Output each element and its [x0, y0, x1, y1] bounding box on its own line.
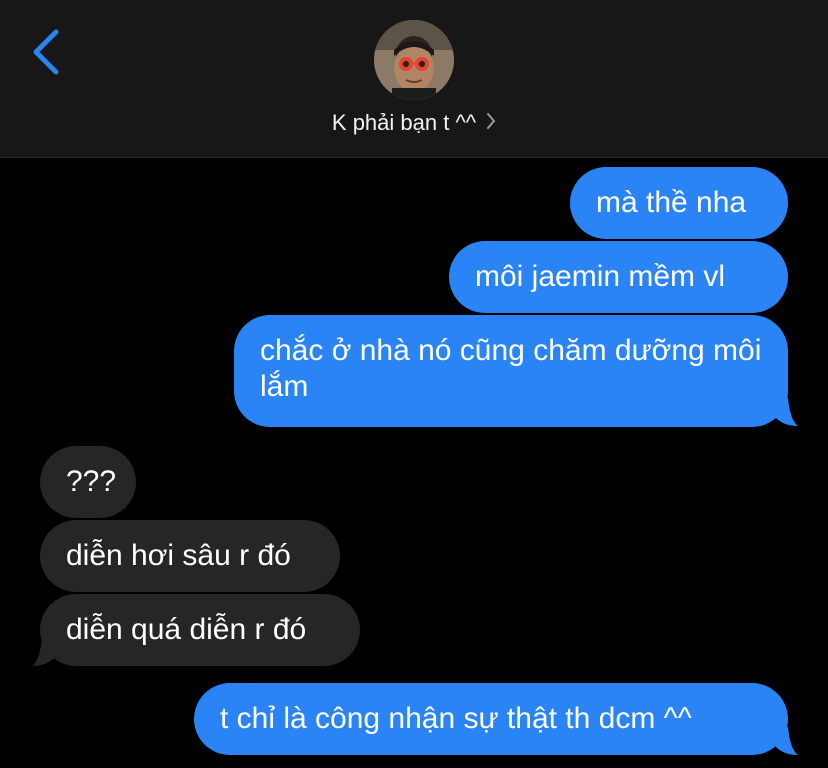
message-text: t chỉ là công nhận sự thật th dcm ^^: [220, 702, 692, 735]
conversation-header: K phải bạn t ^^: [0, 0, 828, 158]
bubble-tail: [776, 727, 798, 755]
message-text: mà thề nha: [596, 186, 747, 219]
bubble-tail: [32, 638, 54, 666]
message-bubble-sent[interactable]: chắc ở nhà nó cũng chăm dưỡng môi lắm: [234, 315, 788, 427]
message-text: diễn quá diễn r đó: [66, 613, 307, 646]
message-bubble-received[interactable]: diễn quá diễn r đó: [40, 594, 360, 666]
message-bubble-sent[interactable]: môi jaemin mềm vl: [449, 241, 788, 313]
chevron-right-icon: [486, 110, 496, 136]
contact-name: K phải bạn t ^^: [331, 110, 477, 135]
back-button[interactable]: [26, 26, 70, 78]
message-bubble-sent[interactable]: mà thề nha: [570, 167, 788, 239]
message-text: môi jaemin mềm vl: [475, 260, 726, 293]
message-bubble-sent[interactable]: t chỉ là công nhận sự thật th dcm ^^: [194, 683, 788, 755]
contact-name-button[interactable]: K phải bạn t ^^: [0, 106, 828, 140]
message-text: diễn hơi sâu r đó: [66, 539, 291, 572]
message-bubble-received[interactable]: ???: [40, 446, 136, 518]
message-text: chắc ở nhà nó cũng chăm dưỡng môi lắm: [260, 334, 762, 403]
message-text: ???: [66, 465, 117, 498]
message-bubble-received[interactable]: diễn hơi sâu r đó: [40, 520, 340, 592]
chevron-left-icon: [33, 29, 59, 75]
bubble-tail: [776, 398, 798, 426]
avatar-image: [374, 20, 454, 100]
contact-avatar[interactable]: [374, 20, 454, 100]
